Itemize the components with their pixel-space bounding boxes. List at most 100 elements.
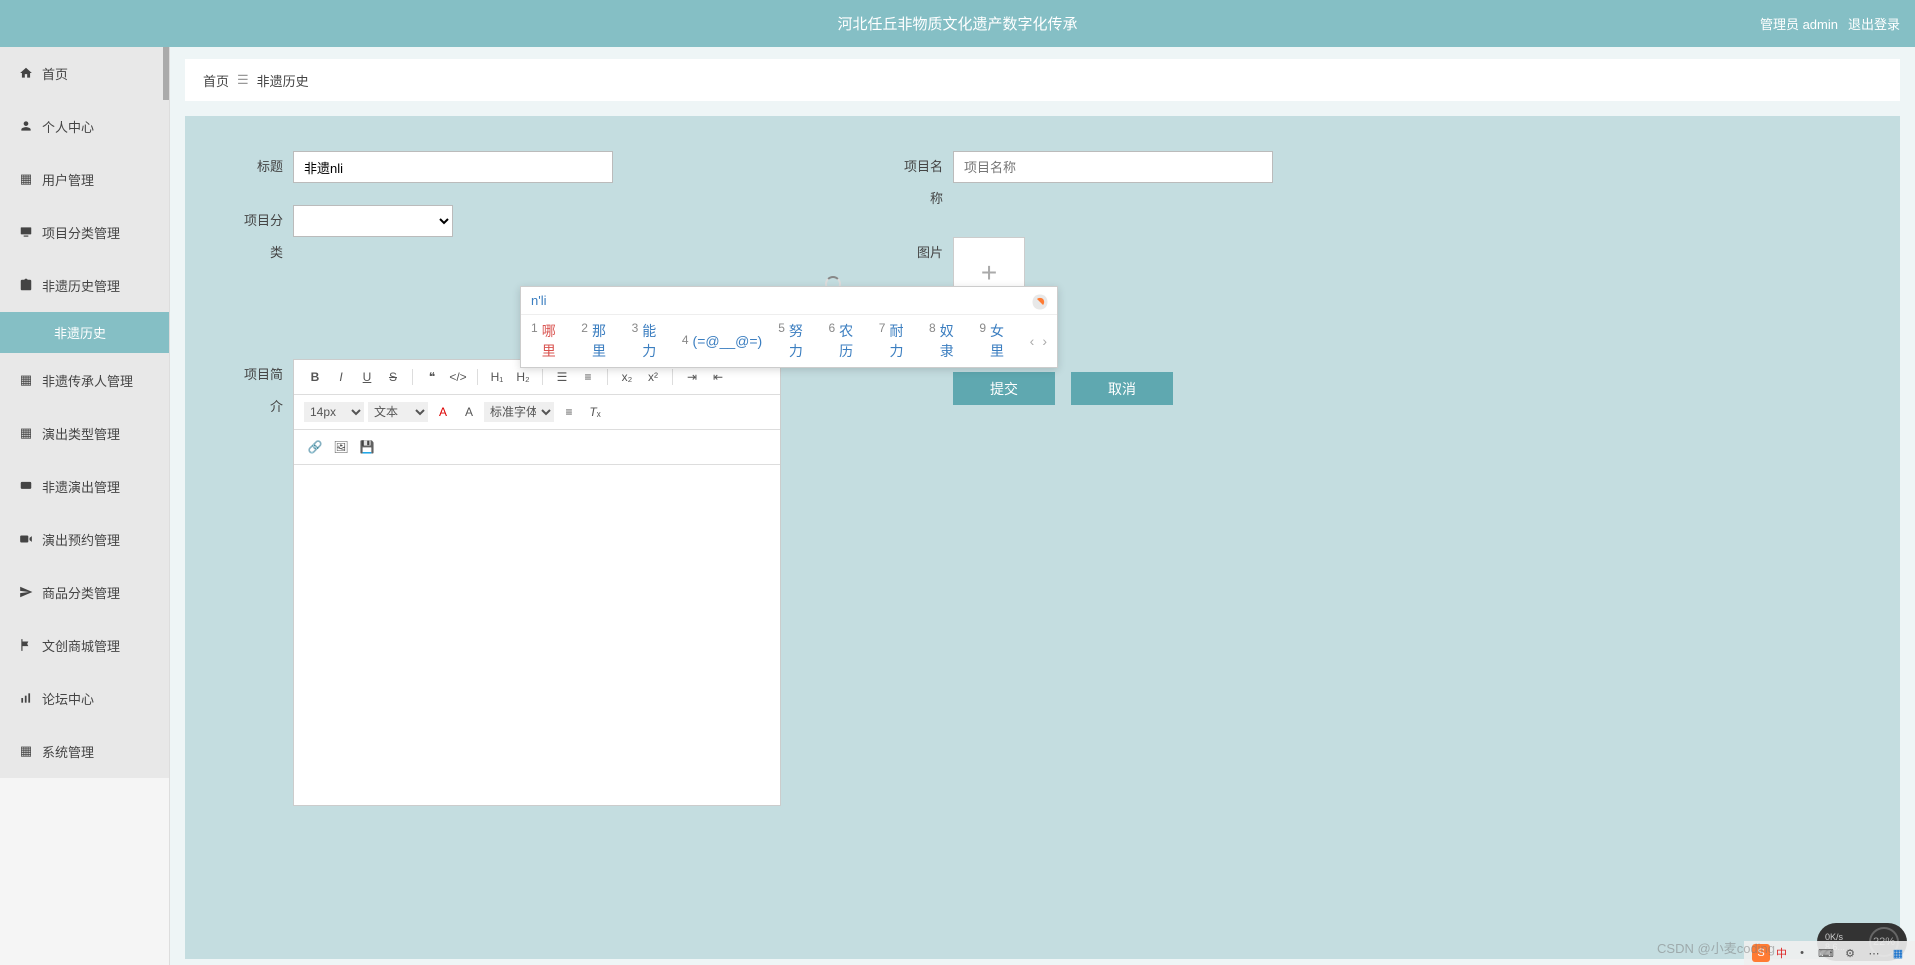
font-color-icon[interactable]: A — [432, 401, 454, 423]
category-select[interactable] — [293, 205, 453, 237]
bg-color-icon[interactable]: A — [458, 401, 480, 423]
code-icon[interactable]: </> — [447, 366, 469, 388]
subscript-icon[interactable]: x₂ — [616, 366, 638, 388]
superscript-icon[interactable]: x² — [642, 366, 664, 388]
cancel-button[interactable]: 取消 — [1071, 372, 1173, 405]
ime-candidates: 1哪里 2那里 3能力 4(=@__@=) 5努力 6农历 7耐力 8奴隶 9女… — [521, 315, 1057, 367]
ime-candidate[interactable]: 8奴隶 — [929, 321, 963, 361]
font-type-select[interactable]: 文本 — [368, 402, 428, 422]
image-icon[interactable]: 🖼 — [330, 436, 352, 458]
camera-icon — [18, 531, 34, 547]
home-icon — [18, 65, 34, 81]
chevron-left-icon[interactable]: ‹ — [1030, 333, 1035, 349]
main-content: 首页 ☰ 非遗历史 标题 项目分类 项目简介 — [170, 47, 1915, 965]
sidebar-item-home[interactable]: 首页 — [0, 47, 169, 100]
scroll-indicator — [163, 47, 169, 100]
underline-icon[interactable]: U — [356, 366, 378, 388]
link-icon[interactable]: 🔗 — [304, 436, 326, 458]
ime-candidate[interactable]: 3能力 — [632, 321, 666, 361]
logout-link[interactable]: 退出登录 — [1848, 14, 1900, 33]
chevron-right-icon[interactable]: › — [1042, 333, 1047, 349]
sidebar-item-label: 项目分类管理 — [42, 223, 120, 242]
ime-input-text: n'li — [521, 287, 1057, 315]
font-size-select[interactable]: 14px — [304, 402, 364, 422]
sidebar-item-label: 论坛中心 — [42, 689, 94, 708]
ime-candidate[interactable]: 1哪里 — [531, 321, 565, 361]
sidebar-item-system[interactable]: ▦ 系统管理 — [0, 725, 169, 778]
sidebar: 首页 个人中心 ▦ 用户管理 项目分类管理 非遗历史管理 非遗历史 — [0, 47, 170, 965]
quote-icon[interactable]: ❝ — [421, 366, 443, 388]
separator — [607, 369, 608, 385]
grid-icon: ▦ — [18, 425, 34, 441]
breadcrumb-current: 非遗历史 — [257, 71, 309, 90]
h1-icon[interactable]: H₁ — [486, 366, 508, 388]
settings-icon[interactable]: ⚙ — [1841, 944, 1859, 962]
list-ol-icon[interactable]: ☰ — [551, 366, 573, 388]
sidebar-item-label: 非遗历史管理 — [42, 276, 120, 295]
outdent-icon[interactable]: ⇤ — [707, 366, 729, 388]
list-ul-icon[interactable]: ≡ — [577, 366, 599, 388]
separator — [412, 369, 413, 385]
sidebar-item-label: 非遗传承人管理 — [42, 371, 133, 390]
save-icon[interactable]: 💾 — [356, 436, 378, 458]
align-icon[interactable]: ≡ — [558, 401, 580, 423]
monitor-icon — [18, 224, 34, 240]
ime-candidate[interactable]: 9女里 — [979, 321, 1013, 361]
font-family-select[interactable]: 标准字体 — [484, 402, 554, 422]
app-title: 河北任丘非物质文化遗产数字化传承 — [837, 13, 1077, 34]
sidebar-item-inheritor[interactable]: ▦ 非遗传承人管理 — [0, 354, 169, 407]
flag-icon — [18, 637, 34, 653]
breadcrumb-home[interactable]: 首页 — [203, 71, 229, 90]
strike-icon[interactable]: S — [382, 366, 404, 388]
bars-icon — [18, 690, 34, 706]
name-input[interactable] — [953, 151, 1273, 183]
ime-candidate[interactable]: 4(=@__@=) — [682, 333, 762, 349]
grid-icon: ▦ — [18, 171, 34, 187]
app-header: 河北任丘非物质文化遗产数字化传承 管理员 admin 退出登录 — [0, 0, 1915, 47]
app-grid-icon[interactable]: ▦ — [1889, 944, 1907, 962]
sidebar-item-history[interactable]: 非遗历史管理 — [0, 259, 169, 312]
h2-icon[interactable]: H₂ — [512, 366, 534, 388]
title-label: 标题 — [235, 151, 293, 183]
sidebar-item-mall[interactable]: 文创商城管理 — [0, 619, 169, 672]
sidebar-item-show[interactable]: 非遗演出管理 — [0, 460, 169, 513]
ime-candidate[interactable]: 6农历 — [828, 321, 862, 361]
editor-textarea[interactable] — [294, 465, 780, 805]
submit-button[interactable]: 提交 — [953, 372, 1055, 405]
separator — [477, 369, 478, 385]
sidebar-item-category[interactable]: 项目分类管理 — [0, 206, 169, 259]
sidebar-item-label: 文创商城管理 — [42, 636, 120, 655]
sidebar-item-goods-cat[interactable]: 商品分类管理 — [0, 566, 169, 619]
separator — [672, 369, 673, 385]
sidebar-item-show-type[interactable]: ▦ 演出类型管理 — [0, 407, 169, 460]
breadcrumb: 首页 ☰ 非遗历史 — [185, 59, 1900, 101]
italic-icon[interactable]: I — [330, 366, 352, 388]
ime-candidate[interactable]: 5努力 — [778, 321, 812, 361]
ime-candidate[interactable]: 7耐力 — [879, 321, 913, 361]
sidebar-item-booking[interactable]: 演出预约管理 — [0, 513, 169, 566]
send-icon — [18, 584, 34, 600]
punct-icon[interactable]: • — [1793, 944, 1811, 962]
sidebar-item-forum[interactable]: 论坛中心 — [0, 672, 169, 725]
bold-icon[interactable]: B — [304, 366, 326, 388]
user-label[interactable]: 管理员 admin — [1760, 14, 1838, 33]
sidebar-item-users[interactable]: ▦ 用户管理 — [0, 153, 169, 206]
person-icon — [18, 118, 34, 134]
plus-icon: + — [981, 257, 997, 289]
clear-format-icon[interactable]: Tₓ — [584, 401, 606, 423]
sidebar-item-profile[interactable]: 个人中心 — [0, 100, 169, 153]
grid-icon: ▦ — [18, 743, 34, 759]
separator — [542, 369, 543, 385]
ime-candidate[interactable]: 2那里 — [581, 321, 615, 361]
title-input[interactable] — [293, 151, 613, 183]
sogou-icon[interactable]: S — [1752, 944, 1770, 962]
breadcrumb-separator: ☰ — [237, 72, 249, 88]
more-icon[interactable]: ⋯ — [1865, 944, 1883, 962]
keyboard-icon[interactable]: ⌨ — [1817, 944, 1835, 962]
sidebar-item-label: 演出类型管理 — [42, 424, 120, 443]
indent-icon[interactable]: ⇥ — [681, 366, 703, 388]
lang-indicator[interactable]: 中 — [1776, 945, 1787, 961]
system-taskbar: S 中 • ⌨ ⚙ ⋯ ▦ — [1744, 941, 1915, 965]
sidebar-item-history-active[interactable]: 非遗历史 — [0, 312, 169, 354]
name-label: 项目名称 — [895, 151, 953, 215]
